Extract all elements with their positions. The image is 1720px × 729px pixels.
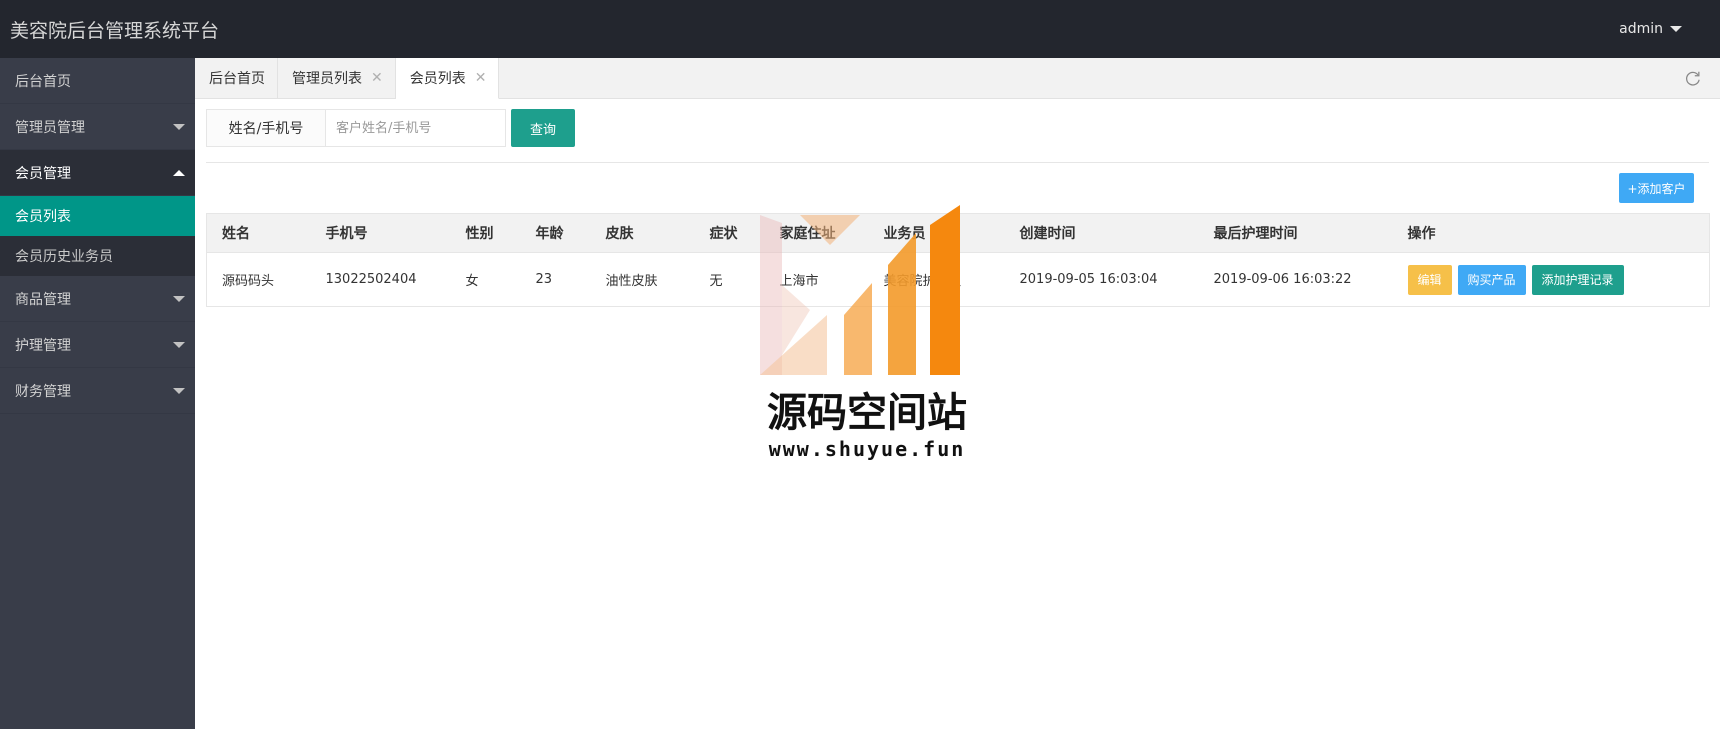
- sidebar-item-finance-management[interactable]: 财务管理: [0, 368, 195, 414]
- cell-created: 2019-09-05 16:03:04: [1019, 272, 1158, 287]
- cell-symptom: 无: [709, 274, 723, 289]
- sidebar-item-member-management[interactable]: 会员管理: [0, 150, 195, 196]
- cell-skin: 油性皮肤: [605, 274, 658, 289]
- sidebar-item-care-management[interactable]: 护理管理: [0, 322, 195, 368]
- column-header: 手机号: [310, 213, 451, 253]
- column-header: 创建时间: [1004, 213, 1199, 253]
- sidebar-item-admin-management[interactable]: 管理员管理: [0, 104, 195, 150]
- column-header: 操作: [1392, 213, 1710, 253]
- search-bar: 姓名/手机号 查询: [206, 109, 1709, 147]
- close-icon[interactable]: ✕: [371, 70, 383, 86]
- sidebar-item-label: 护理管理: [15, 337, 71, 354]
- column-header: 最后护理时间: [1198, 213, 1393, 253]
- column-header: 业务员: [868, 213, 1005, 253]
- add-care-record-button[interactable]: 添加护理记录: [1531, 264, 1624, 295]
- username[interactable]: admin: [1619, 21, 1663, 37]
- cell-last-care: 2019-09-06 16:03:22: [1213, 272, 1352, 287]
- refresh-icon[interactable]: [1684, 69, 1702, 87]
- cell-name: 源码码头: [222, 274, 275, 289]
- tab-label: 后台首页: [209, 71, 265, 87]
- cell-salesman: 美容院护理员: [883, 274, 962, 289]
- tab-label: 管理员列表: [292, 71, 362, 87]
- chevron-up-icon: [173, 169, 185, 176]
- cell-phone: 13022502404: [325, 272, 417, 287]
- add-customer-button[interactable]: +添加客户: [1619, 173, 1694, 203]
- sidebar-item-label: 后台首页: [15, 73, 71, 90]
- sidebar-item-label: 商品管理: [15, 291, 71, 308]
- column-header: 年龄: [520, 213, 591, 253]
- tab-member-list[interactable]: 会员列表 ✕: [395, 58, 500, 99]
- table-toolbar: +添加客户: [206, 163, 1709, 213]
- app-title: 美容院后台管理系统平台: [10, 19, 220, 42]
- buy-product-button[interactable]: 购买产品: [1457, 264, 1526, 295]
- page-body: 姓名/手机号 查询 +添加客户 姓名 手机号 性别 年龄 皮肤 症状 家庭住址 …: [195, 99, 1720, 317]
- tab-admin-list[interactable]: 管理员列表 ✕: [278, 58, 396, 98]
- member-table: 姓名 手机号 性别 年龄 皮肤 症状 家庭住址 业务员 创建时间 最后护理时间 …: [206, 213, 1710, 307]
- edit-button[interactable]: 编辑: [1407, 264, 1452, 295]
- sidebar-item-label: 会员管理: [15, 165, 71, 182]
- query-button[interactable]: 查询: [511, 109, 575, 147]
- close-icon[interactable]: ✕: [475, 70, 487, 86]
- chevron-down-icon: [173, 387, 185, 394]
- search-label: 姓名/手机号: [206, 109, 325, 147]
- sidebar-item-label: 管理员管理: [15, 119, 85, 136]
- user-menu[interactable]: admin: [1619, 21, 1720, 37]
- sidebar-submenu: 会员列表 会员历史业务员: [0, 196, 195, 276]
- column-header: 姓名: [206, 213, 311, 253]
- sidebar-item-member-history-salesman[interactable]: 会员历史业务员: [0, 236, 195, 276]
- sidebar-item-label: 财务管理: [15, 383, 71, 400]
- tab-label: 会员列表: [409, 71, 466, 87]
- cell-gender: 女: [465, 274, 479, 289]
- chevron-down-icon: [173, 341, 185, 348]
- main-content: 后台首页 管理员列表 ✕ 会员列表 ✕ 姓名/手机号 查询 +添加客户 姓名: [195, 58, 1720, 729]
- column-header: 家庭住址: [764, 213, 869, 253]
- chevron-down-icon[interactable]: [1670, 26, 1682, 32]
- tab-home[interactable]: 后台首页: [195, 58, 278, 98]
- search-input[interactable]: [325, 109, 506, 147]
- column-header: 症状: [694, 213, 765, 253]
- cell-address: 上海市: [779, 274, 819, 289]
- chevron-down-icon: [173, 295, 185, 302]
- tab-bar: 后台首页 管理员列表 ✕ 会员列表 ✕: [195, 58, 1720, 99]
- cell-actions: 编辑 购买产品 添加护理记录: [1393, 253, 1710, 307]
- top-header: 美容院后台管理系统平台 admin: [0, 0, 1720, 58]
- sidebar-item-product-management[interactable]: 商品管理: [0, 276, 195, 322]
- column-header: 性别: [450, 213, 521, 253]
- sidebar-item-member-list[interactable]: 会员列表: [0, 196, 195, 236]
- table-header-row: 姓名 手机号 性别 年龄 皮肤 症状 家庭住址 业务员 创建时间 最后护理时间 …: [206, 213, 1710, 253]
- cell-age: 23: [535, 272, 553, 287]
- sidebar-item-home[interactable]: 后台首页: [0, 58, 195, 104]
- chevron-down-icon: [173, 123, 185, 130]
- sidebar: 后台首页 管理员管理 会员管理 会员列表 会员历史业务员 商品管理 护理管理 财…: [0, 58, 195, 729]
- column-header: 皮肤: [590, 213, 695, 253]
- table-row: 源码码头 13022502404 女 23 油性皮肤 无 上海市 美容院护理员 …: [207, 253, 1710, 307]
